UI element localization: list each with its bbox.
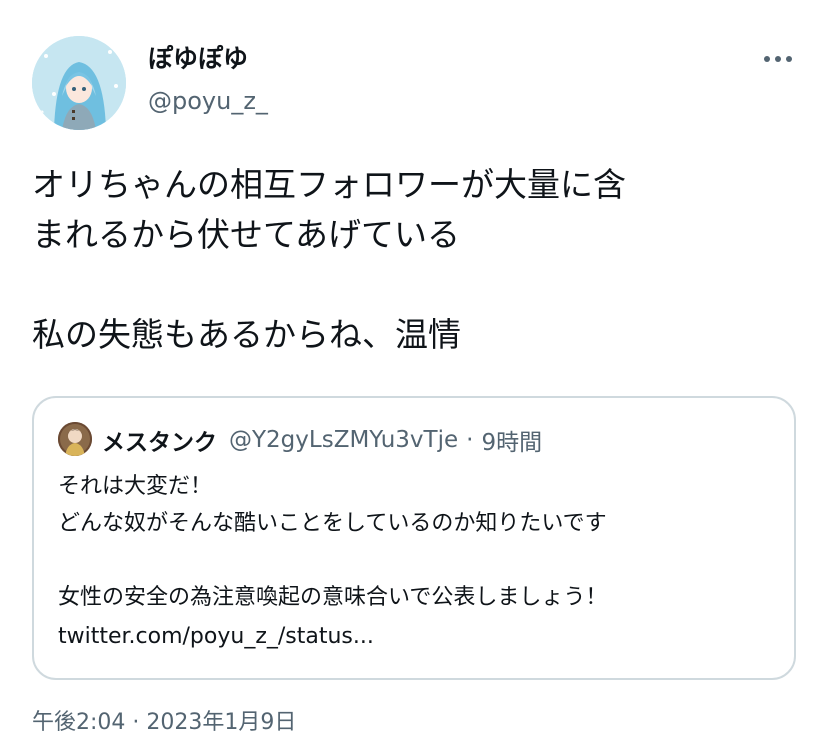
quote-separator: ·: [466, 427, 474, 453]
quote-text: それは大変だ！ どんな奴がそんな酷いことをしているのか知りたいです 女性の安全の…: [58, 474, 608, 610]
avatar-image: [32, 36, 126, 130]
author-handle[interactable]: @poyu_z_: [148, 86, 268, 116]
tweet-timestamp[interactable]: 午後2:04 · 2023年1月9日: [32, 707, 296, 739]
quote-handle[interactable]: @Y2gyLsZMYu3vTje: [229, 427, 458, 453]
quote-avatar-image: [58, 422, 92, 456]
quote-header: メスタンク @Y2gyLsZMYu3vTje · 9時間: [102, 423, 542, 457]
tweet: ぽゆぽゆ @poyu_z_ オリちゃんの相互フォロワーが大量に含 まれるから伏せ…: [0, 0, 828, 754]
quote-author-avatar[interactable]: [58, 422, 92, 456]
author-display-name[interactable]: ぽゆぽゆ: [148, 44, 248, 74]
tweet-text: オリちゃんの相互フォロワーが大量に含 まれるから伏せてあげている 私の失態もある…: [32, 165, 626, 354]
more-horizontal-icon: [764, 56, 792, 62]
more-options-button[interactable]: [758, 44, 798, 74]
quoted-tweet[interactable]: メスタンク @Y2gyLsZMYu3vTje · 9時間 それは大変だ！ どんな…: [32, 396, 796, 680]
author-avatar[interactable]: [32, 36, 126, 130]
quote-link[interactable]: twitter.com/poyu_z_/status...: [58, 618, 374, 655]
quote-time[interactable]: 9時間: [481, 423, 542, 457]
quote-display-name[interactable]: メスタンク: [102, 423, 217, 457]
